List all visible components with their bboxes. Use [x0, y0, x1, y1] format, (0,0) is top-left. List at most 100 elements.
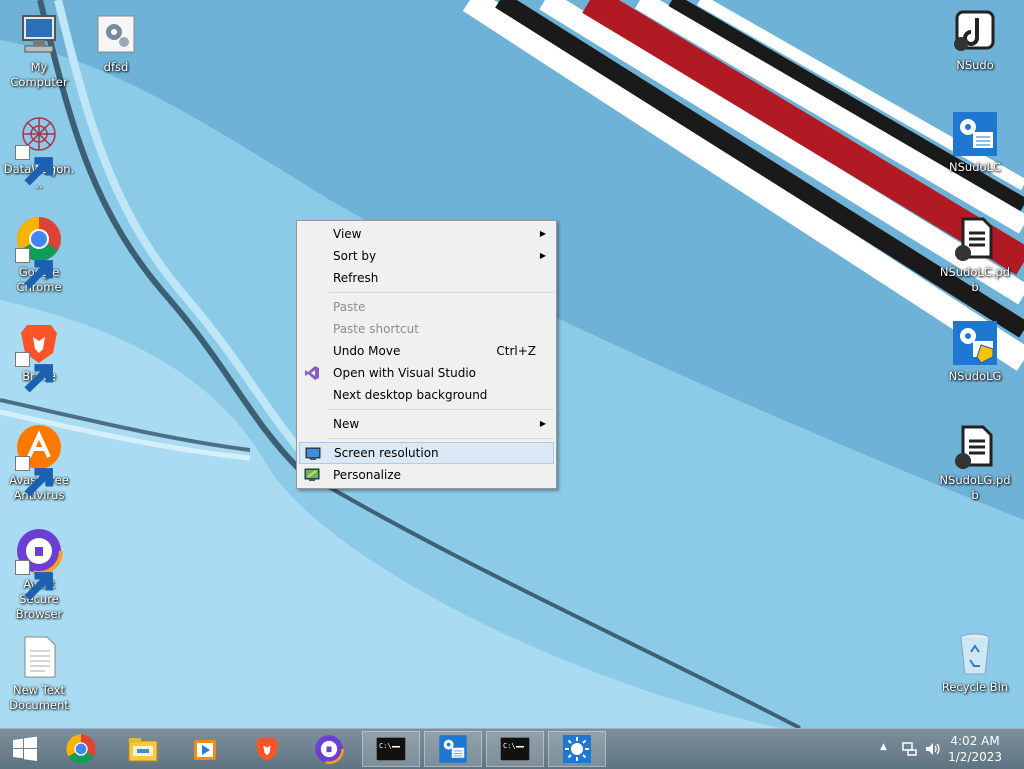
desktop-icon-label: My Computer [10, 60, 68, 89]
desktop-icon-label: NSudoLG.pdb [939, 473, 1011, 502]
chrome-icon [66, 734, 96, 764]
computer-icon [22, 15, 56, 53]
menu-item-refresh[interactable]: Refresh [299, 267, 554, 289]
desktop-icon-avast-secure-browser[interactable]: Avast Secure Browser [0, 527, 78, 622]
shortcut-arrow-icon [15, 456, 53, 497]
volume-icon[interactable] [924, 741, 942, 760]
desktop-icon-datawagon[interactable]: DataWagon... [0, 112, 78, 192]
menu-item-label: New [333, 417, 360, 431]
menu-item-open-with-visual-studio[interactable]: Open with Visual Studio [299, 362, 554, 384]
menu-item-view[interactable]: View ▶ [299, 223, 554, 245]
menu-item-label: Personalize [333, 468, 402, 482]
file-explorer-icon [128, 738, 158, 762]
clock-date: 1/2/2023 [948, 750, 1002, 764]
menu-item-label: Paste [333, 300, 366, 314]
desktop-icon-dfsd[interactable]: dfsd [77, 10, 155, 75]
brave-icon [255, 737, 279, 762]
taskbar-item-media-player[interactable] [176, 731, 234, 767]
taskbar-item-brightness[interactable] [548, 731, 606, 767]
settings-file-icon [97, 15, 135, 53]
taskbar-clock[interactable]: 4:02 AM 1/2/2023 [948, 733, 1002, 765]
start-button[interactable] [0, 731, 50, 767]
menu-item-paste-shortcut: Paste shortcut [299, 318, 554, 340]
avast-secure-browser-icon [314, 734, 344, 764]
desktop-icon-my-computer[interactable]: My Computer [0, 10, 78, 90]
command-prompt-icon: C:\ [376, 737, 406, 761]
taskbar-item-brave[interactable] [238, 731, 296, 767]
personalize-icon [304, 467, 320, 483]
taskbar-item-avast-secure-browser[interactable] [300, 731, 358, 767]
show-hidden-icons-chevron-icon[interactable]: ▲ [880, 742, 887, 752]
submenu-arrow-icon: ▶ [539, 229, 546, 238]
pdb-file-icon [955, 425, 993, 469]
menu-item-personalize[interactable]: Personalize [299, 464, 554, 486]
menu-item-label: Sort by [333, 249, 377, 263]
system-tray: ▲ 4:02 AM 1/2/2023 [864, 729, 1024, 769]
menu-separator [329, 292, 554, 293]
desktop-icon-label: New Text Document [9, 683, 69, 712]
nsudolg-icon [953, 321, 997, 365]
shortcut-arrow-icon [15, 560, 53, 601]
nsudo-icon [954, 10, 995, 51]
menu-item-screen-resolution[interactable]: Screen resolution [299, 442, 554, 464]
pdb-file-icon [955, 217, 993, 261]
taskbar-item-command-prompt-1[interactable]: C:\ [362, 731, 420, 767]
desktop-icon-nsudolg-pdb[interactable]: NSudoLG.pdb [936, 423, 1014, 503]
menu-item-shortcut: Ctrl+Z [496, 344, 536, 358]
taskbar-item-nsudolc[interactable] [424, 731, 482, 767]
menu-item-label: Screen resolution [334, 446, 439, 460]
desktop-context-menu: View ▶ Sort by ▶ Refresh Paste Paste sho… [296, 220, 557, 489]
menu-item-new[interactable]: New ▶ [299, 413, 554, 435]
desktop-icon-label: NSudo [956, 58, 994, 72]
text-document-icon [24, 636, 56, 678]
shortcut-arrow-icon [15, 145, 53, 186]
taskbar: C:\ C:\ ▲ 4:02 AM 1/2/2023 [0, 728, 1024, 769]
desktop-icon-nsudo[interactable]: NSudo [936, 8, 1014, 73]
windows-start-icon [13, 736, 37, 761]
command-prompt-icon: C:\ [500, 737, 530, 761]
menu-item-label: Paste shortcut [333, 322, 419, 336]
menu-item-label: Open with Visual Studio [333, 366, 476, 380]
svg-text:C:\: C:\ [503, 742, 516, 750]
visual-studio-icon [304, 365, 320, 381]
desktop-icon-nsudolc-pdb[interactable]: NSudoLC.pdb [936, 215, 1014, 295]
svg-text:C:\: C:\ [379, 742, 392, 750]
menu-separator [329, 438, 554, 439]
menu-item-next-desktop-background[interactable]: Next desktop background [299, 384, 554, 406]
desktop-icon-label: NSudoLC [949, 160, 1001, 174]
menu-item-label: Undo Move [333, 344, 401, 358]
recycle-bin-icon [960, 633, 990, 675]
desktop-icon-label: dfsd [103, 60, 129, 74]
desktop-icon-label: NSudoLC.pdb [939, 265, 1011, 294]
desktop-icon-recycle-bin[interactable]: Recycle Bin [936, 630, 1014, 695]
brightness-icon [563, 735, 591, 763]
menu-item-label: Next desktop background [333, 388, 488, 402]
taskbar-item-file-explorer[interactable] [114, 731, 172, 767]
nsudolc-icon [439, 735, 467, 763]
media-player-icon [194, 740, 216, 760]
taskbar-item-chrome[interactable] [52, 731, 110, 767]
desktop-icon-label: Recycle Bin [941, 680, 1009, 694]
menu-item-label: View [333, 227, 362, 241]
shortcut-arrow-icon [15, 248, 53, 289]
desktop-icon-nsudolg[interactable]: NSudoLG [936, 319, 1014, 384]
desktop-icon-brave[interactable]: Brave [0, 319, 78, 393]
nsudolc-icon [953, 112, 997, 156]
menu-item-sort-by[interactable]: Sort by ▶ [299, 245, 554, 267]
desktop-icon-avast-free-antivirus[interactable]: Avast Free Antivirus [0, 423, 78, 503]
submenu-arrow-icon: ▶ [539, 251, 546, 260]
screen-resolution-icon [305, 446, 321, 462]
menu-separator [329, 409, 554, 410]
desktop-icon-new-text-document[interactable]: New Text Document [0, 633, 78, 713]
menu-item-label: Refresh [333, 271, 379, 285]
menu-item-undo-move[interactable]: Undo Move Ctrl+Z [299, 340, 554, 362]
clock-time: 4:02 AM [950, 734, 1000, 748]
network-icon[interactable] [902, 741, 918, 760]
taskbar-item-command-prompt-2[interactable]: C:\ [486, 731, 544, 767]
submenu-arrow-icon: ▶ [539, 419, 546, 428]
desktop-icon-label: NSudoLG [948, 369, 1002, 383]
shortcut-arrow-icon [15, 352, 53, 393]
desktop-icon-nsudolc[interactable]: NSudoLC [936, 110, 1014, 175]
desktop-icon-google-chrome[interactable]: Google Chrome [0, 215, 78, 295]
menu-item-paste: Paste [299, 296, 554, 318]
